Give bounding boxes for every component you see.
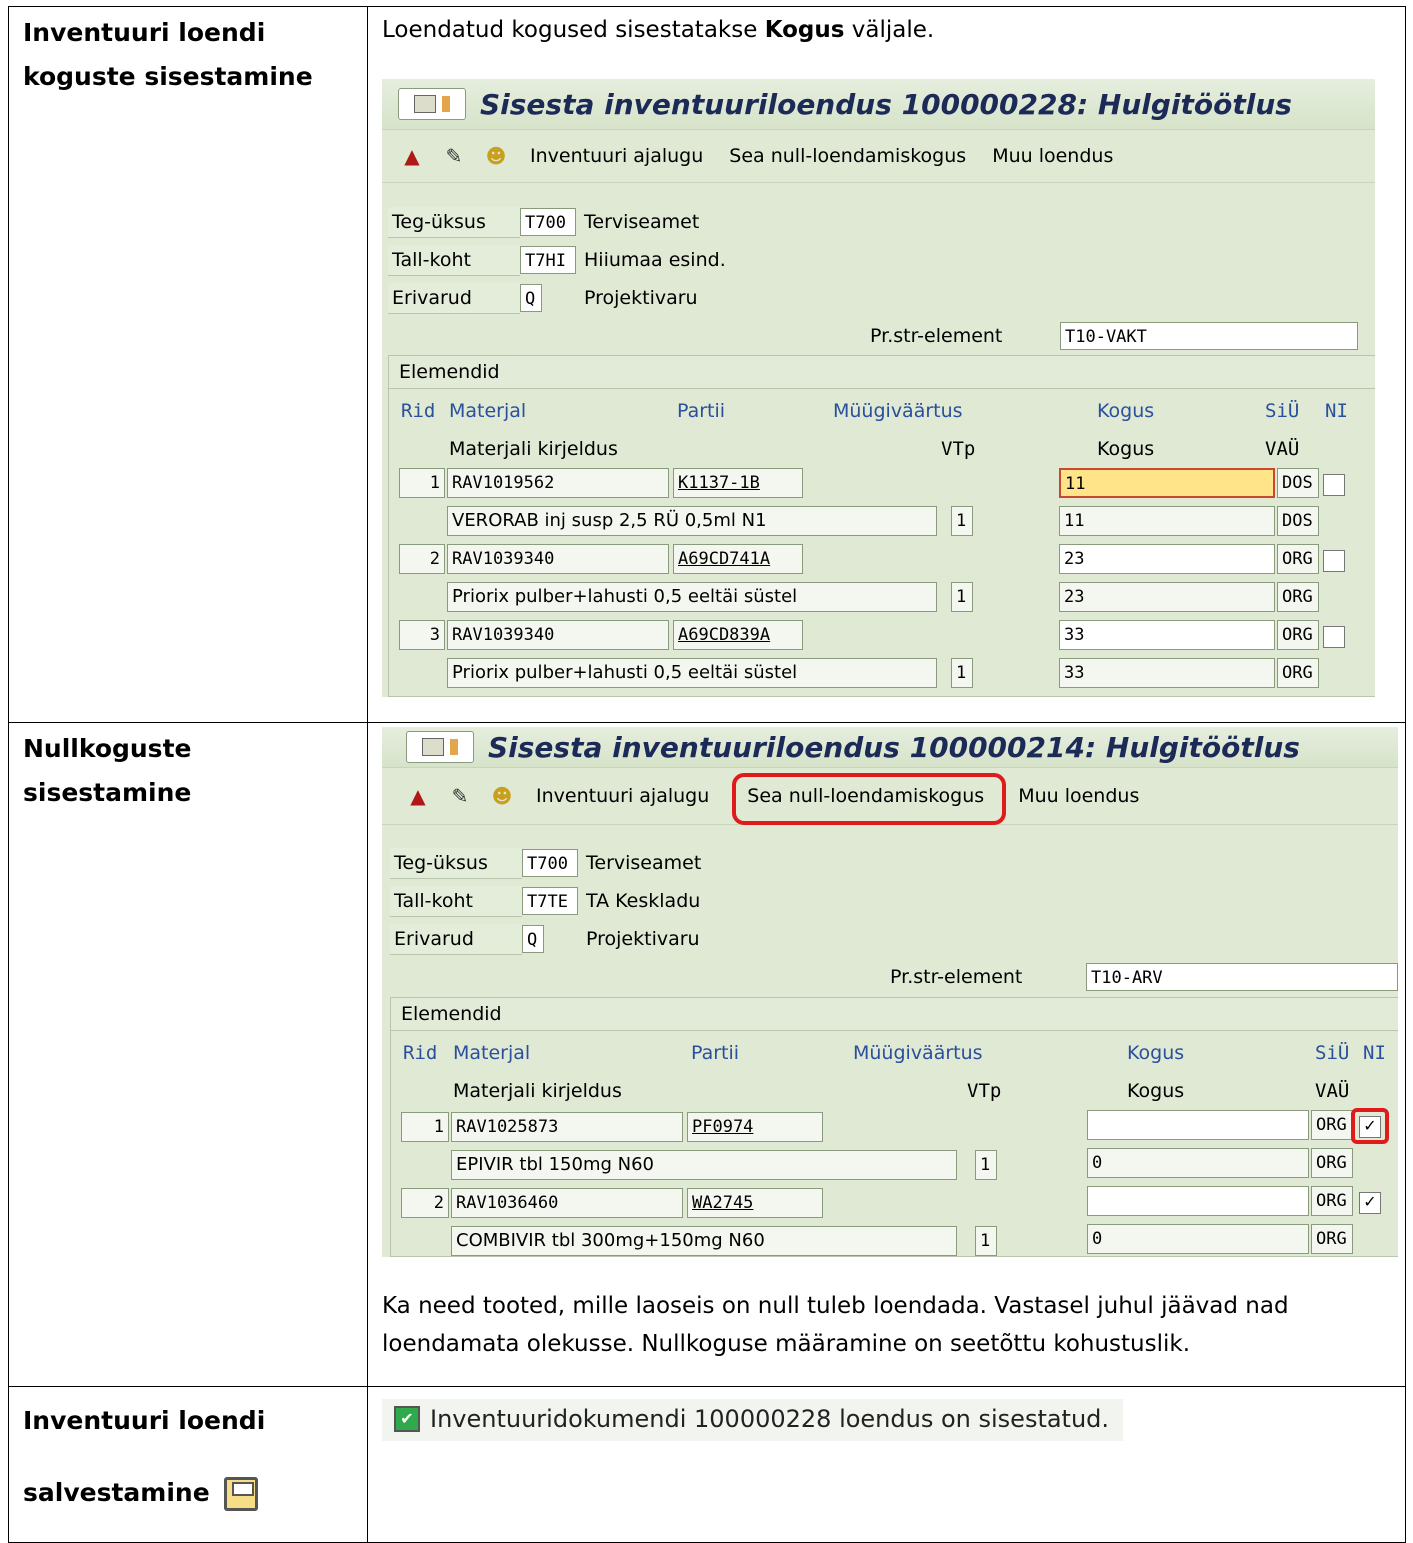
status-message: ✔ Inventuuridokumendi 100000228 loendus … [382, 1399, 1124, 1441]
special-stock-input[interactable]: Q [522, 925, 544, 953]
person-icon[interactable]: ☻ [490, 784, 514, 808]
plant-input[interactable]: T700 [522, 849, 578, 877]
note-text: Ka need tooted, mille laoseis on null tu… [382, 1293, 1289, 1357]
quantity-input[interactable] [1087, 1186, 1309, 1216]
row-content: ✔ Inventuuridokumendi 100000228 loendus … [367, 1386, 1406, 1543]
sap-screen-1: Sisesta inventuuriloendus 100000228: Hul… [382, 79, 1375, 697]
location-input[interactable]: T7TE [522, 887, 578, 915]
check-icon: ✔ [394, 1406, 420, 1432]
field-location: Tall-koht T7HI Hiiumaa esind. [388, 244, 726, 276]
field-plant: Teg-üksus T700 Terviseamet [390, 847, 701, 879]
field-special-stock: Erivarud Q Projektivaru [390, 923, 700, 955]
row-count-entry: Inventuuri loendi koguste sisestamine Lo… [8, 6, 1406, 723]
screen-title: Sisesta inventuuriloendus 100000214: Hul… [488, 730, 1300, 764]
title-bar: Sisesta inventuuriloendus 100000228: Hul… [382, 79, 1375, 130]
history-button[interactable]: Inventuuri ajalugu [532, 783, 713, 809]
save-icon [223, 1477, 258, 1511]
field-location: Tall-koht T7TE TA Keskladu [390, 885, 700, 917]
sap-screen-2: Sisesta inventuuriloendus 100000214: Hul… [382, 727, 1398, 1257]
items-group: Elemendid Rid Materjal Partii Müügiväärt… [390, 997, 1398, 1257]
other-count-button[interactable]: Muu loendus [1014, 783, 1143, 809]
row-label: Nullkoguste sisestamine [8, 722, 368, 1387]
instruction-table: Inventuuri loendi koguste sisestamine Lo… [8, 6, 1406, 1543]
zero-count-checkbox[interactable] [1323, 626, 1345, 648]
pencil-icon[interactable]: ✎ [448, 784, 472, 808]
pencil-icon[interactable]: ✎ [442, 144, 466, 168]
field-plant: Teg-üksus T700 Terviseamet [388, 206, 699, 238]
menu-icon[interactable] [406, 731, 474, 763]
row-label: Inventuuri loendi salvestamine [8, 1386, 368, 1543]
highlight-set-zero [732, 773, 1006, 825]
row-label: Inventuuri loendi koguste sisestamine [8, 6, 368, 723]
row-save: Inventuuri loendi salvestamine ✔ Inventu… [8, 1386, 1406, 1543]
field-wbs: Pr.str-element T10-ARV [890, 961, 1398, 993]
zero-count-checkbox[interactable]: ✓ [1359, 1192, 1381, 1214]
quantity-input-active[interactable]: 11 [1059, 468, 1275, 498]
row-content: Sisesta inventuuriloendus 100000214: Hul… [367, 722, 1406, 1387]
field-special-stock: Erivarud Q Projektivaru [388, 282, 698, 314]
zero-count-checkbox[interactable] [1323, 550, 1345, 572]
plant-input[interactable]: T700 [520, 208, 576, 236]
other-count-button[interactable]: Muu loendus [988, 143, 1117, 169]
menu-icon[interactable] [398, 88, 466, 120]
quantity-input[interactable] [1087, 1110, 1309, 1140]
intro-text: Loendatud kogused sisestatakse Kogus väl… [382, 17, 935, 43]
person-icon[interactable]: ☻ [484, 144, 508, 168]
app-toolbar: ▲ ✎ ☻ Inventuuri ajalugu Sea null-loenda… [382, 130, 1375, 183]
wbs-input[interactable]: T10-ARV [1086, 963, 1398, 991]
quantity-input[interactable]: 33 [1059, 620, 1275, 650]
hat-icon[interactable]: ▲ [400, 144, 424, 168]
screen-title: Sisesta inventuuriloendus 100000228: Hul… [480, 87, 1292, 121]
hat-icon[interactable]: ▲ [406, 784, 430, 808]
items-group: Elemendid Rid Materjal Partii Müügiväärt… [388, 355, 1375, 697]
zero-count-checkbox[interactable] [1323, 474, 1345, 496]
special-stock-input[interactable]: Q [520, 284, 542, 312]
wbs-input[interactable]: T10-VAKT [1060, 322, 1358, 350]
history-button[interactable]: Inventuuri ajalugu [526, 143, 707, 169]
group-title: Elemendid [389, 356, 1375, 389]
quantity-input[interactable]: 23 [1059, 544, 1275, 574]
row-content: Loendatud kogused sisestatakse Kogus väl… [367, 6, 1406, 723]
field-wbs: Pr.str-element T10-VAKT [870, 320, 1358, 352]
title-bar: Sisesta inventuuriloendus 100000214: Hul… [382, 727, 1398, 768]
row-zero-count: Nullkoguste sisestamine Sisesta inventuu… [8, 722, 1406, 1387]
group-title: Elemendid [391, 998, 1398, 1031]
highlight-checkbox [1351, 1108, 1389, 1144]
set-zero-button[interactable]: Sea null-loendamiskogus [725, 143, 970, 169]
location-input[interactable]: T7HI [520, 246, 576, 274]
